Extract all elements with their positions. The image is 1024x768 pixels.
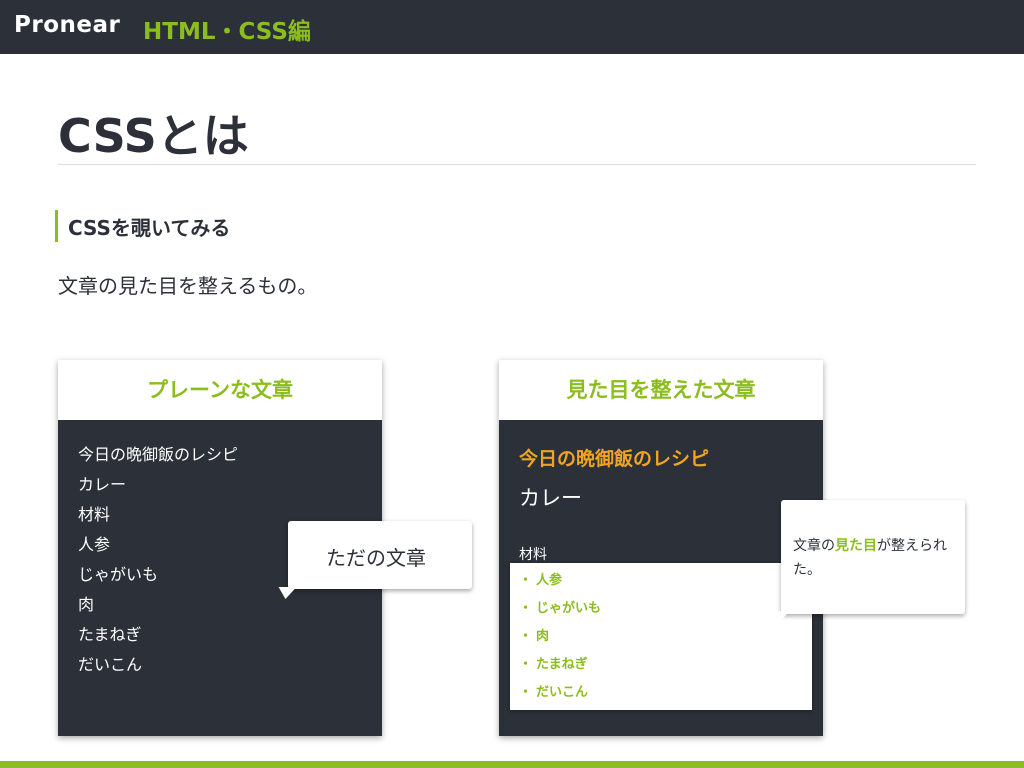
- callout-highlight: 見た目: [835, 538, 877, 554]
- list-item: ・たまねぎ: [510, 651, 812, 679]
- section-accent-bar: [55, 210, 58, 242]
- plain-callout: ただの文章: [288, 521, 472, 589]
- bullet-icon: ・: [519, 685, 533, 700]
- callout-text-before: 文章の: [793, 538, 835, 554]
- plain-line: 肉: [78, 595, 95, 614]
- plain-line: たまねぎ: [78, 625, 142, 644]
- styled-card-heading: 見た目を整えた文章: [499, 360, 823, 420]
- styled-ingredients-label: 材料: [519, 547, 547, 563]
- styled-dish-name: カレー: [519, 486, 582, 510]
- styled-text-card: 見た目を整えた文章 今日の晩御飯のレシピ カレー 材料 ・人参 ・じゃがいも ・…: [499, 360, 823, 736]
- plain-card-heading: プレーンな文章: [58, 360, 382, 420]
- plain-line: じゃがいも: [78, 565, 159, 584]
- styled-recipe-title: 今日の晩御飯のレシピ: [519, 448, 710, 470]
- plain-line: だいこん: [78, 655, 143, 674]
- brand-name: Pronear: [14, 12, 121, 38]
- plain-callout-text: ただの文章: [326, 546, 426, 570]
- page-title: CSSとは: [58, 109, 249, 163]
- plain-line: 人参: [78, 535, 111, 554]
- plain-line: カレー: [78, 475, 127, 494]
- styled-callout-text: 文章の見た目が整えられた。: [793, 534, 958, 582]
- ingredient-box: ・人参 ・じゃがいも ・肉 ・たまねぎ ・だいこん: [510, 563, 812, 710]
- list-item: ・じゃがいも: [510, 595, 812, 623]
- bottom-accent-stripe: [0, 761, 1024, 768]
- ingredient-label: じゃがいも: [536, 601, 602, 616]
- ingredient-label: たまねぎ: [536, 657, 588, 672]
- ingredient-label: 人参: [536, 573, 563, 588]
- list-item: ・人参: [510, 567, 812, 595]
- course-name: HTML・CSS編: [143, 19, 311, 45]
- bullet-icon: ・: [519, 573, 533, 588]
- lead-text: 文章の見た目を整えるもの。: [58, 274, 318, 298]
- bullet-icon: ・: [519, 629, 533, 644]
- title-divider: [58, 164, 976, 165]
- plain-line: 材料: [78, 505, 111, 524]
- plain-text-lines: 今日の晩御飯のレシピ カレー 材料 人参 じゃがいも 肉 たまねぎ だいこん: [78, 440, 238, 680]
- bullet-icon: ・: [519, 657, 533, 672]
- list-item: ・肉: [510, 623, 812, 651]
- ingredient-label: 肉: [536, 629, 550, 644]
- ingredient-label: だいこん: [536, 685, 589, 700]
- ingredient-list: ・人参 ・じゃがいも ・肉 ・たまねぎ ・だいこん: [510, 563, 812, 707]
- plain-line: 今日の晩御飯のレシピ: [78, 445, 239, 464]
- top-bar: Pronear HTML・CSS編: [0, 0, 1024, 54]
- section-heading: CSSを覗いてみる: [68, 216, 231, 240]
- styled-callout: 文章の見た目が整えられた。: [781, 500, 965, 614]
- bullet-icon: ・: [519, 601, 533, 616]
- list-item: ・だいこん: [510, 679, 812, 707]
